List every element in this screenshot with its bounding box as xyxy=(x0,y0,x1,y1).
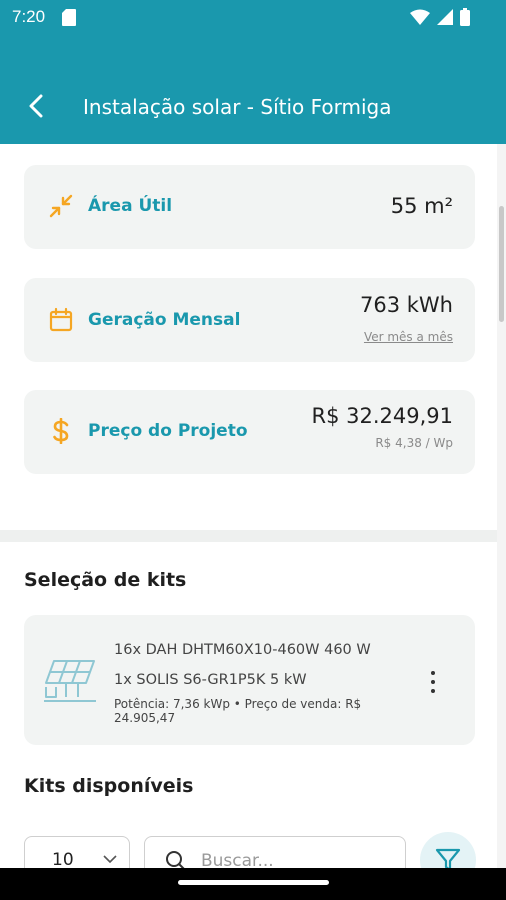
dollar-icon xyxy=(53,418,69,444)
month-by-month-link[interactable]: Ver mês a mês xyxy=(364,330,453,344)
kit-inverter-line: 1x SOLIS S6-GR1P5K 5 kW xyxy=(114,672,307,688)
status-time: 7:20 xyxy=(12,7,46,26)
generation-value: 763 kWh xyxy=(360,293,453,317)
section-divider xyxy=(0,530,497,542)
selected-kit-card[interactable]: 16x DAH DHTM60X10-460W 460 W 1x SOLIS S6… xyxy=(24,615,475,745)
page-title: Instalação solar - Sítio Formiga xyxy=(83,95,392,119)
kit-selection-title: Seleção de kits xyxy=(24,569,187,591)
price-card: Preço do Projeto R$ 32.249,91 R$ 4,38 / … xyxy=(24,390,475,474)
solar-panel-icon xyxy=(44,660,96,702)
calendar-icon xyxy=(49,307,73,332)
area-value: 55 m² xyxy=(390,194,453,218)
battery-icon xyxy=(460,8,470,26)
scrollbar-thumb[interactable] xyxy=(499,206,504,322)
signal-icon xyxy=(437,9,453,25)
price-per-wp: R$ 4,38 / Wp xyxy=(375,436,453,450)
arrow-left-icon xyxy=(29,94,43,118)
status-icons xyxy=(410,8,470,26)
kit-meta: Potência: 7,36 kWp • Preço de venda: R$ … xyxy=(114,697,362,725)
price-label: Preço do Projeto xyxy=(88,421,248,441)
chevron-down-icon xyxy=(103,855,117,864)
kit-panel-line: 16x DAH DHTM60X10-460W 460 W xyxy=(114,642,371,658)
area-label: Área Útil xyxy=(88,196,173,216)
generation-label: Geração Mensal xyxy=(88,310,241,330)
wifi-icon xyxy=(410,9,430,25)
area-card: Área Útil 55 m² xyxy=(24,165,475,249)
available-kits-title: Kits disponíveis xyxy=(24,775,194,797)
price-value: R$ 32.249,91 xyxy=(311,404,453,428)
home-gesture-handle[interactable] xyxy=(178,880,329,885)
generation-card: Geração Mensal 763 kWh Ver mês a mês xyxy=(24,278,475,362)
more-vert-icon[interactable] xyxy=(425,671,441,693)
app-header: 7:20 Instalação solar - Sítio Formiga xyxy=(0,0,506,144)
back-button[interactable] xyxy=(22,92,50,120)
compress-arrows-icon xyxy=(49,194,73,218)
sd-card-icon xyxy=(62,9,76,26)
page-size-value: 10 xyxy=(52,850,74,870)
